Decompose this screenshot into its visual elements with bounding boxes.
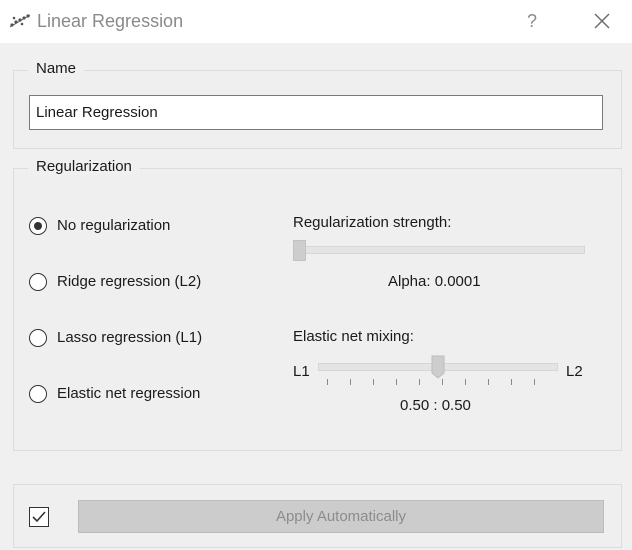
- slider-tick: [350, 379, 351, 385]
- slider-tick: [327, 379, 328, 385]
- radio-button[interactable]: [29, 385, 47, 403]
- apply-automatically-button[interactable]: Apply Automatically: [78, 500, 604, 533]
- mixing-ratio: 0.50 : 0.50: [400, 397, 471, 414]
- window-title: Linear Regression: [37, 11, 184, 31]
- regularization-group: [13, 168, 622, 451]
- slider-tick: [534, 379, 535, 385]
- radio-button[interactable]: [29, 273, 47, 291]
- scatter-plot-icon: [9, 14, 31, 28]
- mixing-label: Elastic net mixing:: [293, 328, 414, 345]
- checkmark-icon: [32, 511, 46, 523]
- strength-label: Regularization strength:: [293, 214, 452, 231]
- radio-label: No regularization: [57, 217, 171, 234]
- auto-apply-checkbox[interactable]: [29, 507, 49, 527]
- strength-slider-handle[interactable]: [293, 240, 306, 261]
- mixing-l1-label: L1: [293, 363, 310, 380]
- close-icon[interactable]: [592, 11, 612, 31]
- strength-slider-track[interactable]: [293, 246, 585, 254]
- help-button[interactable]: ?: [522, 8, 542, 34]
- radio-button-checked[interactable]: [29, 217, 47, 235]
- slider-tick: [488, 379, 489, 385]
- radio-label: Elastic net regression: [57, 385, 201, 402]
- alpha-value: Alpha: 0.0001: [388, 273, 481, 290]
- slider-tick: [396, 379, 397, 385]
- radio-label: Lasso regression (L1): [57, 329, 203, 346]
- mixing-l2-label: L2: [566, 363, 583, 380]
- slider-tick: [419, 379, 420, 385]
- slider-tick: [465, 379, 466, 385]
- title-bar: Linear Regression ?: [0, 0, 632, 43]
- name-group-title: Name: [28, 60, 85, 77]
- name-input[interactable]: [29, 95, 603, 130]
- radio-label: Ridge regression (L2): [57, 273, 202, 290]
- slider-tick: [442, 379, 443, 385]
- slider-tick: [511, 379, 512, 385]
- radio-button[interactable]: [29, 329, 47, 347]
- slider-tick: [373, 379, 374, 385]
- regularization-group-title: Regularization: [28, 158, 140, 175]
- mixing-slider-handle[interactable]: [431, 355, 445, 379]
